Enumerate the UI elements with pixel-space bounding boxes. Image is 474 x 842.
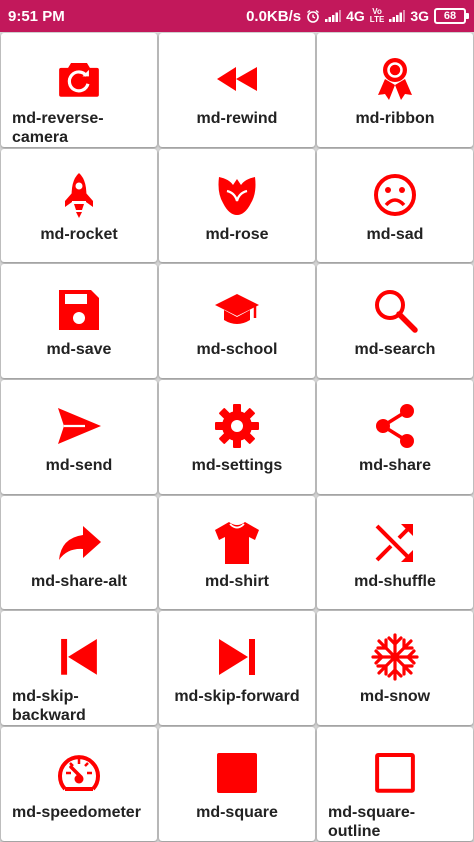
icon-label: md-settings bbox=[191, 457, 283, 475]
icon-grid: md-reverse-camera md-rewind md-ribbon md… bbox=[0, 32, 474, 842]
signal-bars-icon-2 bbox=[389, 10, 406, 22]
icon-label: md-snow bbox=[359, 688, 431, 706]
skip-forward-icon bbox=[219, 639, 255, 676]
icon-card-search[interactable]: md-search bbox=[317, 264, 473, 379]
settings-icon bbox=[215, 404, 259, 449]
battery-icon: 68 bbox=[434, 8, 469, 24]
sad-icon bbox=[374, 173, 416, 216]
search-icon bbox=[375, 290, 418, 334]
icon-card-settings[interactable]: md-settings bbox=[159, 380, 315, 494]
icon-card-skip-backward[interactable]: md-skip-backward bbox=[1, 611, 157, 726]
icon-card-reverse-camera[interactable]: md-reverse-camera bbox=[1, 33, 157, 147]
school-icon bbox=[215, 294, 259, 325]
icon-card-rewind[interactable]: md-rewind bbox=[159, 33, 315, 147]
icon-card-rocket[interactable]: md-rocket bbox=[1, 148, 157, 263]
icon-card-snow[interactable]: md-snow bbox=[317, 611, 473, 726]
icon-label: md-rocket bbox=[40, 225, 118, 243]
rocket-icon bbox=[65, 172, 93, 218]
volte-indicator: Vo LTE bbox=[369, 7, 385, 24]
icon-card-shirt[interactable]: md-shirt bbox=[159, 495, 315, 610]
icon-label: md-rose bbox=[205, 225, 269, 243]
speedometer-icon bbox=[58, 755, 100, 792]
reverse-camera-icon bbox=[59, 62, 99, 97]
icon-label: md-sad bbox=[366, 225, 424, 243]
shirt-icon bbox=[215, 521, 259, 564]
network-type-2: 3G bbox=[410, 8, 429, 24]
network-type-1: 4G bbox=[346, 8, 365, 24]
status-time: 9:51 PM bbox=[8, 7, 65, 25]
icon-label: md-search bbox=[354, 341, 436, 359]
icon-card-school[interactable]: md-school bbox=[159, 264, 315, 379]
icon-card-speedometer[interactable]: md-speedometer bbox=[1, 727, 157, 841]
icon-label: md-shuffle bbox=[354, 572, 436, 590]
send-icon bbox=[58, 408, 101, 445]
rewind-icon bbox=[217, 67, 257, 91]
icon-card-rose[interactable]: md-rose bbox=[159, 148, 315, 263]
status-bar: 9:51 PM 0.0KB/s 4G Vo LTE 3G 68 bbox=[0, 0, 474, 32]
icon-label: md-school bbox=[196, 341, 278, 359]
icon-label: md-ribbon bbox=[355, 110, 435, 127]
icon-card-save[interactable]: md-save bbox=[1, 264, 157, 379]
icon-card-ribbon[interactable]: md-ribbon bbox=[317, 33, 473, 147]
icon-label: md-share-alt bbox=[30, 572, 128, 590]
signal-bars-icon bbox=[325, 10, 342, 22]
icon-card-share-alt[interactable]: md-share-alt bbox=[1, 495, 157, 610]
icon-card-shuffle[interactable]: md-shuffle bbox=[317, 495, 473, 610]
battery-level: 68 bbox=[443, 10, 457, 22]
icon-label: md-share bbox=[358, 457, 432, 475]
icon-label: md-square-outline bbox=[328, 803, 416, 840]
icon-label: md-send bbox=[45, 457, 113, 475]
network-speed: 0.0KB/s bbox=[246, 7, 302, 25]
icon-label: md-square bbox=[196, 804, 278, 822]
icon-label: md-speedometer bbox=[12, 804, 141, 822]
icon-card-share[interactable]: md-share bbox=[317, 380, 473, 494]
icon-card-skip-forward[interactable]: md-skip-forward bbox=[159, 611, 315, 726]
icon-card-sad[interactable]: md-sad bbox=[317, 148, 473, 263]
icon-label: md-rewind bbox=[196, 110, 278, 127]
square-outline-icon bbox=[375, 753, 415, 793]
icon-label: md-skip-forward bbox=[174, 688, 300, 706]
square-icon bbox=[217, 753, 257, 794]
share-icon bbox=[376, 404, 414, 449]
alarm-icon bbox=[307, 9, 320, 23]
save-icon bbox=[59, 290, 99, 331]
icon-card-square[interactable]: md-square bbox=[159, 727, 315, 841]
share-alt-icon bbox=[59, 525, 101, 560]
icon-label: md-save bbox=[46, 341, 112, 359]
icon-label: md-reverse-camera bbox=[12, 109, 104, 146]
icon-card-send[interactable]: md-send bbox=[1, 380, 157, 494]
ribbon-icon bbox=[378, 58, 412, 100]
icon-card-square-outline[interactable]: md-square-outline bbox=[317, 727, 473, 841]
snow-icon bbox=[371, 633, 419, 682]
rose-icon bbox=[218, 176, 256, 215]
shuffle-icon bbox=[375, 523, 413, 562]
icon-label: md-shirt bbox=[205, 572, 269, 590]
skip-backward-icon bbox=[61, 639, 97, 676]
icon-label: md-skip-backward bbox=[12, 688, 86, 725]
